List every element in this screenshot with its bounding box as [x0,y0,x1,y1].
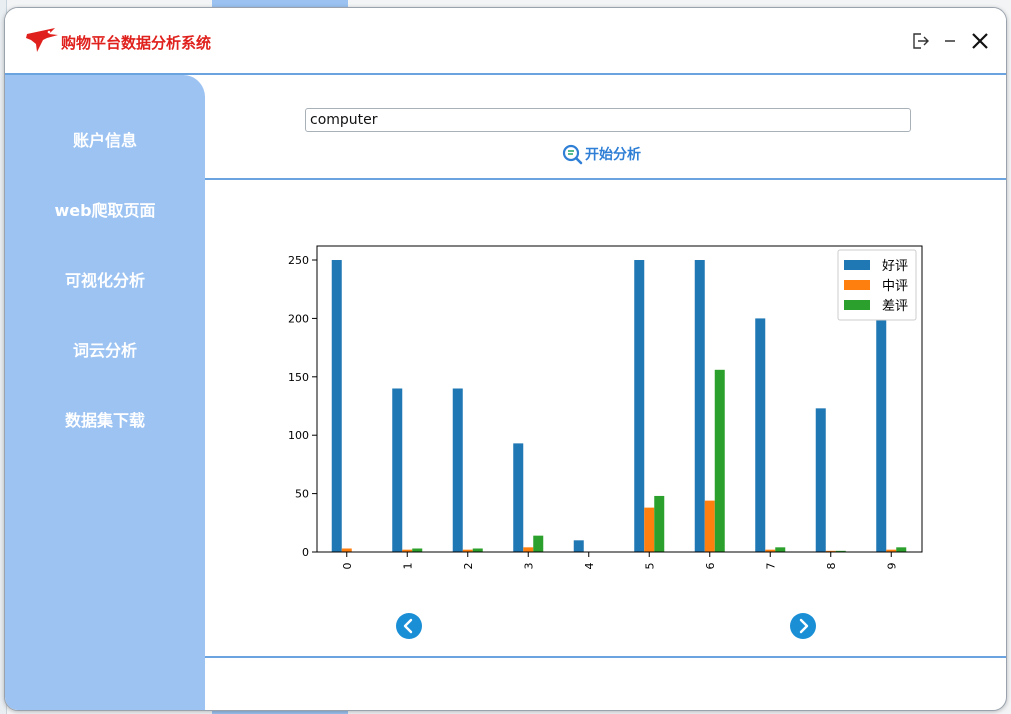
magnifier-analyze-icon [562,144,583,165]
start-analysis-button[interactable]: 开始分析 [561,142,641,166]
legend-swatch-差评 [844,300,870,310]
close-icon [972,33,988,49]
x-tick-label: 4 [583,563,596,570]
close-button[interactable] [969,30,991,52]
bar-差评-2 [472,548,483,552]
x-tick-label: 7 [764,563,777,570]
y-tick-label: 200 [288,312,309,325]
title-bar: 购物平台数据分析系统 [5,8,1006,75]
plot-frame [316,245,923,553]
bar-好评-5 [634,260,645,552]
sidebar: 账户信息 web爬取页面 可视化分析 词云分析 数据集下载 [5,75,205,710]
bar-好评-2 [452,388,463,552]
sidebar-item-web-crawl[interactable]: web爬取页面 [5,191,205,231]
legend-label: 差评 [882,299,908,314]
bar-差评-7 [775,547,786,552]
legend-label: 中评 [882,279,908,294]
bar-好评-6 [694,260,705,552]
legend-swatch-好评 [844,260,870,270]
bar-差评-3 [533,535,544,552]
search-input[interactable] [305,108,911,132]
chart-area: 0 50 100 150 200 250 0 1 2 3 4 5 6 7 8 9 好评中评差评 [267,230,927,590]
minimize-button[interactable] [939,30,961,52]
sidebar-item-wordcloud[interactable]: 词云分析 [5,331,205,371]
bar-好评-0 [331,260,342,552]
legend-label: 好评 [882,259,908,274]
chevron-right-icon [799,618,809,634]
sidebar-item-visualization[interactable]: 可视化分析 [5,261,205,301]
bar-差评-1 [412,548,423,552]
y-tick-label: 50 [295,488,309,501]
bar-好评-7 [755,318,766,552]
review-bar-chart: 0 50 100 150 200 250 0 1 2 3 4 5 6 7 8 9 好评中评差评 [288,245,923,570]
x-tick-label: 0 [341,563,354,570]
x-tick-label: 6 [704,563,717,570]
red-bird-logo-icon [26,28,58,52]
x-tick-label: 8 [825,563,838,570]
bar-好评-1 [392,388,403,552]
bar-好评-4 [573,540,584,552]
start-analysis-label: 开始分析 [585,147,641,163]
bar-中评-0 [341,548,352,552]
y-tick-label: 0 [302,546,309,559]
logout-button[interactable] [909,30,931,52]
bar-差评-6 [714,369,725,552]
x-tick-label: 5 [643,563,656,570]
x-tick-label: 2 [462,563,475,570]
bar-差评-9 [896,547,907,552]
section-divider-bottom [205,656,1006,658]
prev-chart-button[interactable] [396,613,422,639]
x-tick-label: 3 [522,563,535,570]
sidebar-item-account[interactable]: 账户信息 [5,121,205,161]
bar-中评-6 [704,500,715,552]
app-title: 购物平台数据分析系统 [61,34,212,52]
section-divider-top [205,178,1006,180]
y-tick-label: 250 [288,254,309,267]
sidebar-item-dataset-download[interactable]: 数据集下载 [5,401,205,441]
bar-好评-9 [876,318,887,552]
y-tick-label: 100 [288,429,309,442]
logout-icon [913,33,929,49]
y-tick-label: 150 [288,371,309,384]
bar-中评-3 [523,547,534,552]
bar-中评-5 [644,507,655,552]
x-tick-label: 9 [885,563,898,570]
legend-swatch-中评 [844,280,870,290]
x-tick-label: 1 [401,563,414,570]
bar-好评-3 [513,443,524,552]
app-window: 购物平台数据分析系统 账户信息 web爬取页面 可视化分析 词云分析 数据集下载 [4,7,1007,711]
minimize-icon [945,40,955,42]
bar-好评-8 [815,408,826,552]
next-chart-button[interactable] [790,613,816,639]
bar-差评-5 [654,495,665,552]
chevron-left-icon [403,618,413,634]
